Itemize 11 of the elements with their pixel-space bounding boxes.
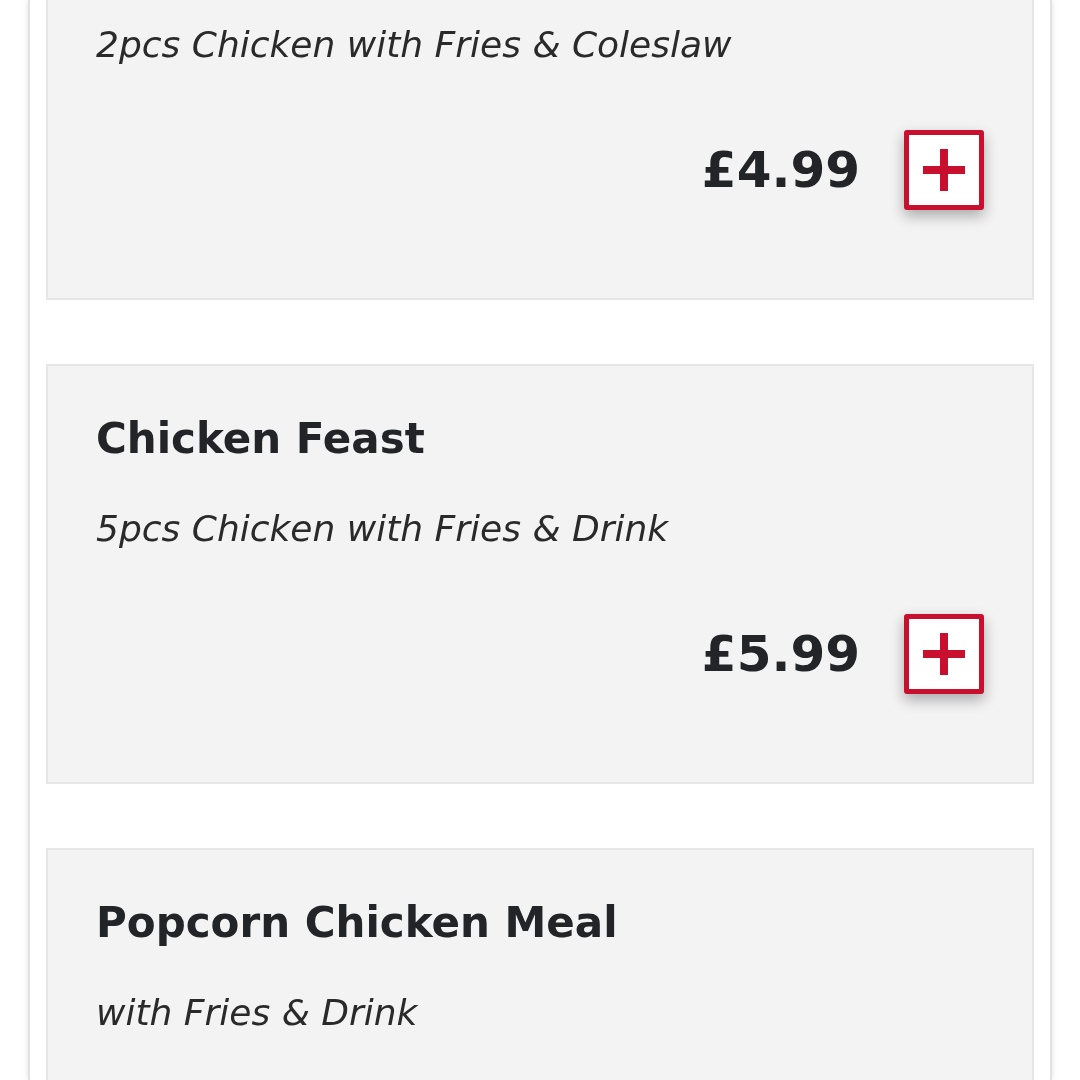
item-title: Chicken Feast (96, 414, 426, 464)
item-price: £5.99 (701, 623, 860, 685)
item-description: with Fries & Drink (96, 991, 419, 1035)
plus-icon (921, 631, 967, 677)
item-description: 5pcs Chicken with Fries & Drink (96, 507, 670, 551)
item-description: 2pcs Chicken with Fries & Coleslaw (96, 23, 733, 67)
item-title: Popcorn Chicken Meal (96, 898, 619, 948)
add-button[interactable] (904, 614, 984, 694)
plus-icon (921, 147, 967, 193)
item-price: £4.99 (701, 139, 860, 201)
add-button[interactable] (904, 130, 984, 210)
